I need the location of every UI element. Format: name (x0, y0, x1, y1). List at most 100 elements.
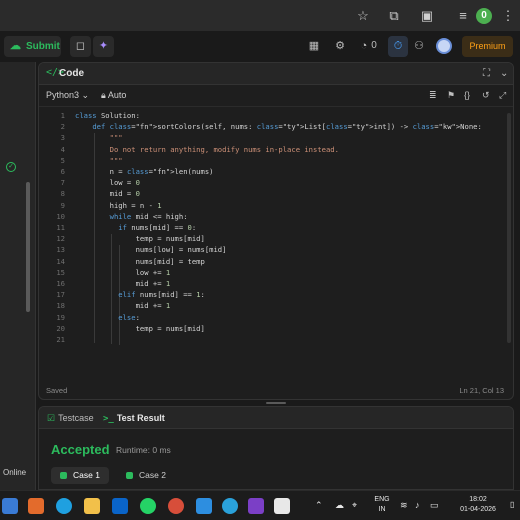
code-line[interactable]: 6 n = class="fn">len(nums) (39, 167, 513, 178)
tab-test-result[interactable]: >_ Test Result (103, 413, 165, 424)
vscode-icon[interactable] (196, 498, 212, 514)
file-explorer-icon[interactable] (84, 498, 100, 514)
line-code: low += 1 (75, 267, 171, 277)
media-icon[interactable]: ≡ (455, 8, 471, 24)
code-line[interactable]: 14 nums[mid] = temp (39, 257, 513, 268)
add-friend-icon[interactable]: ⚇ (411, 38, 427, 54)
clock-time[interactable]: 18:02 (448, 496, 508, 503)
code-line[interactable]: 20 temp = nums[mid] (39, 324, 513, 335)
result-tabs: ☑ Testcase >_ Test Result (39, 407, 513, 429)
code-line[interactable]: 1 class Solution: (39, 111, 513, 122)
clock-date[interactable]: 01-04-2026 (448, 506, 508, 513)
format-icon[interactable]: ≣ (429, 90, 437, 101)
code-line[interactable]: 3 """ (39, 133, 513, 144)
edge-icon[interactable] (56, 498, 72, 514)
case-2-tab[interactable]: Case 2 (117, 467, 177, 484)
outlook-icon[interactable] (112, 498, 128, 514)
language-select[interactable]: Python3 ⌄ (46, 90, 89, 101)
start-icon[interactable] (2, 498, 18, 514)
reset-icon[interactable]: ↺ (482, 90, 490, 101)
panel-resize-handle[interactable] (38, 402, 514, 405)
premium-button[interactable]: Premium (462, 36, 513, 57)
screen: ☆ ⧉ ▣ ≡ 0 ⋮ ☁ Submit ◻ ✦ ▦ ⚙ ◔ 0 ⏱ ⚇ Pre… (0, 0, 520, 520)
notes-button[interactable]: ◻ (70, 36, 91, 57)
code-line[interactable]: 2 def class="fn">sortColors(self, nums: … (39, 122, 513, 133)
extensions-icon[interactable]: ⧉ (386, 8, 402, 24)
code-line[interactable]: 8 mid = 0 (39, 189, 513, 200)
line-code: class Solution: (75, 111, 140, 120)
teams-icon[interactable] (248, 498, 264, 514)
profile-badge[interactable]: 0 (476, 8, 492, 24)
tab-search-icon[interactable]: ▣ (419, 8, 435, 24)
code-line[interactable]: 12 temp = nums[mid] (39, 234, 513, 245)
line-number: 15 (56, 267, 65, 277)
pass-dot-icon (60, 472, 67, 479)
copilot-icon[interactable] (28, 498, 44, 514)
windows-taskbar: ⌃ ☁ ⌖ ENG IN ≋ ♪ ▭ 18:02 01-04-2026 ▯ (0, 490, 520, 520)
tab-testcase-label: Testcase (58, 413, 94, 423)
avatar[interactable] (436, 38, 452, 54)
code-line[interactable]: 13 nums[low] = nums[mid] (39, 245, 513, 256)
expand-icon[interactable]: ⤢ (499, 90, 506, 101)
telegram-icon[interactable] (222, 498, 238, 514)
fullscreen-icon[interactable]: ⛶ (483, 68, 490, 79)
line-code: high = n - 1 (75, 200, 162, 210)
line-number: 2 (60, 122, 65, 132)
line-code: mid += 1 (75, 279, 171, 288)
location-icon[interactable]: ⌖ (352, 500, 357, 511)
code-line[interactable]: 21 (39, 335, 513, 346)
timer-button[interactable]: ⏱ (388, 36, 408, 57)
code-line[interactable]: 9 high = n - 1 (39, 201, 513, 212)
settings-icon[interactable]: ⚙ (332, 38, 348, 54)
editor-options-row: Python3 ⌄ 🔒︎ Auto ≣ ⚑ {} ↺ ⤢ (39, 85, 513, 107)
case-2-label: Case 2 (139, 470, 166, 480)
code-line[interactable]: 11 if nums[mid] == 0: (39, 223, 513, 234)
sparkle-icon: ✦ (98, 40, 109, 52)
chrome-icon[interactable] (168, 498, 184, 514)
notepad-icon[interactable] (274, 498, 290, 514)
code-line[interactable]: 17 elif nums[mid] == 1: (39, 290, 513, 301)
line-number: 6 (60, 167, 65, 176)
code-line[interactable]: 10 while mid <= high: (39, 212, 513, 223)
tab-testcase[interactable]: ☑ Testcase (47, 413, 94, 424)
code-editor[interactable]: 1 class Solution: 2 def class="fn">sortCol… (39, 111, 513, 351)
language-indicator-bottom[interactable]: IN (370, 506, 394, 513)
editor-scrollbar[interactable] (507, 113, 511, 343)
ai-assist-button[interactable]: ✦ (93, 36, 114, 57)
result-status: Accepted (51, 442, 110, 457)
pass-dot-icon (126, 472, 133, 479)
cloud-icon[interactable]: ☁ (335, 500, 344, 511)
star-icon[interactable]: ☆ (355, 8, 371, 24)
battery-icon[interactable]: ▭ (430, 500, 439, 511)
bookmark-icon[interactable]: ⚑ (447, 90, 455, 101)
code-line[interactable]: 18 mid += 1 (39, 301, 513, 312)
left-scrollbar[interactable] (26, 182, 30, 312)
line-number: 17 (56, 290, 65, 300)
terminal-icon: >_ (103, 414, 114, 424)
layout-icon[interactable]: ▦ (306, 38, 322, 54)
notification-icon[interactable]: ▯ (510, 500, 514, 509)
wifi-icon[interactable]: ≋ (400, 500, 408, 511)
line-code: nums[mid] = temp (75, 256, 205, 266)
chevron-up-icon[interactable]: ⌃ (315, 500, 323, 511)
line-number: 21 (56, 335, 65, 344)
submit-button[interactable]: ☁ Submit (4, 36, 61, 57)
language-indicator-top[interactable]: ENG (370, 496, 394, 503)
whatsapp-icon[interactable] (140, 498, 156, 514)
case-1-tab[interactable]: Case 1 (51, 467, 109, 484)
tab-result-label: Test Result (116, 413, 165, 423)
code-panel: </> Code ⛶ ⌄ Python3 ⌄ 🔒︎ Auto ≣ ⚑ {} ↺ … (38, 62, 514, 400)
auto-mode-toggle[interactable]: 🔒︎ Auto (101, 90, 126, 101)
menu-icon[interactable]: ⋮ (500, 8, 516, 24)
code-line[interactable]: 19 else: (39, 313, 513, 324)
code-line[interactable]: 4 Do not return anything, modify nums in… (39, 145, 513, 156)
code-line[interactable]: 16 mid += 1 (39, 279, 513, 290)
code-line[interactable]: 5 """ (39, 156, 513, 167)
panel-menu-icon[interactable]: ⌄ (500, 68, 508, 79)
braces-icon[interactable]: {} (464, 90, 470, 100)
line-code: mid += 1 (75, 301, 171, 311)
volume-icon[interactable]: ♪ (415, 500, 420, 510)
code-line[interactable]: 7 low = 0 (39, 178, 513, 189)
code-line[interactable]: 15 low += 1 (39, 268, 513, 279)
timer-icon: ⏱ (393, 40, 403, 52)
